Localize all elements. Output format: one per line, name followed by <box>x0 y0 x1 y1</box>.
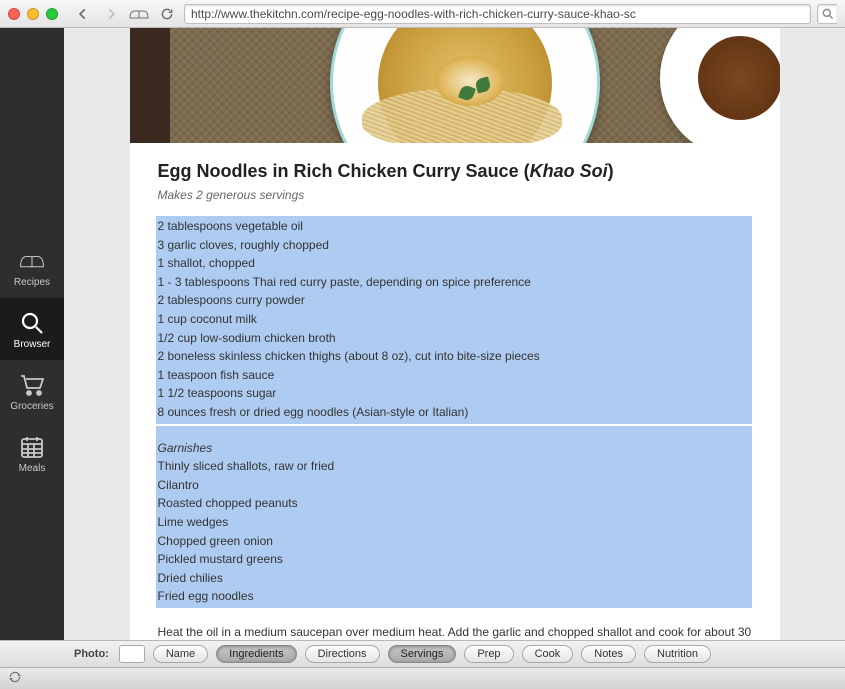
ingredient-line: 1 shallot, chopped <box>156 254 752 273</box>
sidebar-label: Meals <box>19 463 46 474</box>
recipe-instructions: Heat the oil in a medium saucepan over m… <box>158 624 752 640</box>
photo-label: Photo: <box>74 648 109 660</box>
sidebar-label: Browser <box>14 339 51 350</box>
ingredient-line: 1 cup coconut milk <box>156 310 752 329</box>
garnish-line: Pickled mustard greens <box>156 550 752 569</box>
recipe-hero-image <box>130 28 780 143</box>
reload-button[interactable] <box>156 4 178 24</box>
sidebar-label: Groceries <box>10 401 53 412</box>
back-button[interactable] <box>72 4 94 24</box>
title-suffix: ) <box>608 161 614 181</box>
ingredient-line: 1 - 3 tablespoons Thai red curry paste, … <box>156 273 752 292</box>
sidebar-label: Recipes <box>14 277 50 288</box>
title-italic: Khao Soi <box>530 161 608 181</box>
ingredient-line: 2 boneless skinless chicken thighs (abou… <box>156 347 752 366</box>
garnish-line: Thinly sliced shallots, raw or fried <box>156 457 752 476</box>
sync-icon[interactable] <box>8 670 22 687</box>
zoom-window-button[interactable] <box>46 8 58 20</box>
sidebar-item-browser[interactable]: Browser <box>0 298 64 360</box>
tag-pill-servings[interactable]: Servings <box>388 645 457 663</box>
clip-tag-bar: Photo: Name Ingredients Directions Servings… <box>0 640 845 667</box>
tag-pill-cook[interactable]: Cook <box>522 645 574 663</box>
close-window-button[interactable] <box>8 8 20 20</box>
garnish-line: Chopped green onion <box>156 532 752 551</box>
garnish-line: Roasted chopped peanuts <box>156 494 752 513</box>
app-sidebar: Recipes Browser Groceries <box>0 28 64 640</box>
recipe-title: Egg Noodles in Rich Chicken Curry Sauce … <box>158 161 752 182</box>
tag-pill-ingredients[interactable]: Ingredients <box>216 645 296 663</box>
cart-icon <box>18 371 46 399</box>
recipe-servings: Makes 2 generous servings <box>158 188 752 202</box>
window-controls <box>8 8 58 20</box>
garnish-line: Fried egg noodles <box>156 587 752 606</box>
tag-pill-directions[interactable]: Directions <box>305 645 380 663</box>
book-icon <box>18 247 46 275</box>
tag-pill-row: Name Ingredients Directions Servings Prep Coo… <box>153 645 711 663</box>
minimize-window-button[interactable] <box>27 8 39 20</box>
sidebar-item-recipes[interactable]: Recipes <box>0 236 64 298</box>
ingredient-line: 3 garlic cloves, roughly chopped <box>156 236 752 255</box>
ingredients-selection[interactable]: 2 tablespoons vegetable oil3 garlic clov… <box>156 216 752 424</box>
tag-pill-name[interactable]: Name <box>153 645 208 663</box>
ingredient-line: 2 tablespoons curry powder <box>156 291 752 310</box>
garnishes-heading: Garnishes <box>156 439 752 458</box>
ingredient-line: 8 ounces fresh or dried egg noodles (Asi… <box>156 403 752 422</box>
tag-pill-prep[interactable]: Prep <box>464 645 513 663</box>
title-prefix: Egg Noodles in Rich Chicken Curry Sauce … <box>158 161 530 181</box>
url-field[interactable] <box>184 4 811 24</box>
garnish-line: Dried chilies <box>156 569 752 588</box>
calendar-icon <box>18 433 46 461</box>
photo-dropzone[interactable] <box>119 645 145 663</box>
sidebar-item-meals[interactable]: Meals <box>0 422 64 484</box>
tag-pill-nutrition[interactable]: Nutrition <box>644 645 711 663</box>
browser-toolbar <box>0 0 845 28</box>
ingredient-line: 1 teaspoon fish sauce <box>156 366 752 385</box>
search-field[interactable] <box>817 4 837 24</box>
bookmarks-icon[interactable] <box>128 4 150 24</box>
garnishes-selection[interactable]: GarnishesThinly sliced shallots, raw or … <box>156 426 752 608</box>
ingredient-line: 2 tablespoons vegetable oil <box>156 217 752 236</box>
ingredient-line: 1 1/2 teaspoons sugar <box>156 384 752 403</box>
forward-button[interactable] <box>100 4 122 24</box>
tag-pill-notes[interactable]: Notes <box>581 645 636 663</box>
window-status-bar <box>0 667 845 689</box>
browser-viewport: Egg Noodles in Rich Chicken Curry Sauce … <box>64 28 845 640</box>
recipe-article: Egg Noodles in Rich Chicken Curry Sauce … <box>130 28 780 640</box>
sidebar-item-groceries[interactable]: Groceries <box>0 360 64 422</box>
garnish-line: Lime wedges <box>156 513 752 532</box>
ingredient-line: 1/2 cup low-sodium chicken broth <box>156 329 752 348</box>
search-icon <box>18 309 46 337</box>
garnish-line: Cilantro <box>156 476 752 495</box>
